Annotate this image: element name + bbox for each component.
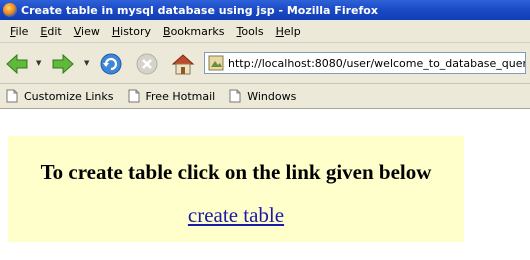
reload-button[interactable] bbox=[98, 51, 124, 77]
page-icon bbox=[208, 55, 224, 71]
navigation-toolbar: ▼ ▼ http://localhost:8080/user/welcome_t bbox=[0, 43, 530, 84]
create-table-link[interactable]: create table bbox=[188, 203, 284, 228]
content-panel: To create table click on the link given … bbox=[8, 136, 464, 242]
bookmark-customize-links[interactable]: Customize Links bbox=[6, 89, 114, 103]
home-icon bbox=[171, 54, 195, 75]
back-dropdown-icon[interactable]: ▼ bbox=[36, 59, 41, 67]
reload-icon bbox=[100, 53, 122, 75]
menu-file[interactable]: File bbox=[4, 25, 34, 38]
page-content: To create table click on the link given … bbox=[0, 110, 530, 260]
menu-edit[interactable]: Edit bbox=[34, 25, 67, 38]
stop-icon bbox=[136, 53, 158, 75]
menu-view[interactable]: View bbox=[68, 25, 106, 38]
menu-history[interactable]: History bbox=[106, 25, 157, 38]
back-button[interactable] bbox=[4, 51, 30, 77]
bookmark-windows[interactable]: Windows bbox=[229, 89, 296, 103]
window-titlebar: Create table in mysql database using jsp… bbox=[0, 0, 530, 20]
page-icon bbox=[229, 89, 241, 103]
menu-bookmarks[interactable]: Bookmarks bbox=[157, 25, 230, 38]
menu-tools[interactable]: Tools bbox=[230, 25, 269, 38]
menu-bar: File Edit View History Bookmarks Tools H… bbox=[0, 20, 530, 43]
page-heading: To create table click on the link given … bbox=[40, 160, 432, 184]
back-arrow-icon bbox=[6, 53, 28, 75]
bookmark-free-hotmail[interactable]: Free Hotmail bbox=[128, 89, 216, 103]
home-button[interactable] bbox=[170, 51, 196, 77]
bookmark-label: Free Hotmail bbox=[145, 89, 216, 103]
forward-arrow-icon bbox=[52, 53, 74, 75]
url-bar[interactable]: http://localhost:8080/user/welcome_to_da… bbox=[204, 52, 526, 74]
bookmarks-toolbar: Customize Links Free Hotmail Windows bbox=[0, 84, 530, 109]
url-text: http://localhost:8080/user/welcome_to_da… bbox=[228, 56, 525, 70]
page-icon bbox=[6, 89, 18, 103]
forward-dropdown-icon[interactable]: ▼ bbox=[84, 59, 89, 67]
firefox-icon bbox=[3, 3, 17, 17]
window-title: Create table in mysql database using jsp… bbox=[21, 3, 378, 17]
page-icon bbox=[128, 89, 139, 103]
bookmark-label: Customize Links bbox=[24, 89, 114, 103]
bookmark-label: Windows bbox=[247, 89, 297, 103]
stop-button[interactable] bbox=[134, 51, 160, 77]
menu-help[interactable]: Help bbox=[270, 25, 307, 38]
forward-button[interactable] bbox=[50, 51, 76, 77]
